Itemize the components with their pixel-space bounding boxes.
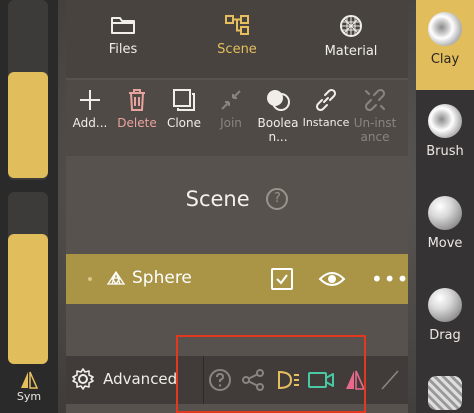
boolean-label-line2: n...	[268, 130, 288, 144]
check-icon	[276, 274, 288, 285]
radius-slider[interactable]	[8, 0, 48, 180]
uninstance-label-line2: ance	[360, 130, 390, 144]
object-name: Sphere	[132, 268, 192, 288]
move-tool-icon	[428, 196, 462, 230]
intensity-slider-fill	[8, 234, 48, 364]
slash-icon[interactable]	[379, 368, 401, 392]
tool-clay[interactable]: Clay	[416, 0, 474, 90]
tool-drag[interactable]: Drag	[416, 276, 474, 366]
clay-tool-icon	[428, 12, 462, 46]
toolbar-divider	[203, 356, 204, 404]
tool-label: Drag	[429, 328, 461, 343]
help-icon[interactable]: ?	[266, 188, 289, 210]
left-slider-panel: Sym	[0, 0, 58, 413]
next-tool-icon	[428, 376, 462, 410]
tool-label: Move	[427, 236, 463, 251]
tool-next[interactable]	[416, 368, 474, 413]
tab-scene-label: Scene	[217, 42, 257, 57]
tool-label: Clay	[430, 52, 460, 67]
folder-icon	[111, 17, 135, 34]
intensity-slider[interactable]	[8, 192, 48, 364]
object-select-checkbox[interactable]	[271, 268, 293, 290]
clone-label: Clone	[166, 116, 202, 130]
page-title: Scene	[185, 187, 250, 211]
symmetry-toggle[interactable]: Sym	[0, 366, 58, 413]
boolean-label: Boolea n...	[254, 116, 302, 144]
clone-button[interactable]: Clone	[160, 88, 208, 130]
share-icon[interactable]	[241, 368, 265, 392]
tab-material-label: Material	[324, 44, 378, 59]
more-options-button[interactable]: •••	[371, 267, 409, 291]
clone-icon	[173, 89, 195, 111]
help-icon[interactable]	[208, 368, 232, 392]
brush-tool-icon	[428, 104, 462, 138]
scene-object-row[interactable]: Sphere •••	[66, 254, 408, 304]
advanced-label: Advanced	[103, 370, 178, 388]
join-label: Join	[220, 116, 242, 130]
join-icon	[221, 90, 241, 110]
tool-label: Brush	[426, 144, 464, 159]
plus-icon	[80, 90, 100, 110]
scene-graph-icon	[225, 15, 249, 35]
link-icon	[315, 88, 337, 112]
instance-button[interactable]: Instance	[300, 88, 352, 130]
delete-button[interactable]: Delete	[113, 88, 161, 130]
tab-files[interactable]: Files	[66, 0, 180, 78]
tab-material[interactable]: Material	[294, 0, 408, 78]
join-button[interactable]: Join	[207, 88, 255, 130]
panel-tabs: Files Scene Material	[66, 0, 408, 78]
tab-files-label: Files	[108, 42, 138, 57]
broken-link-icon	[364, 88, 386, 112]
boolean-button[interactable]: Boolea n...	[254, 88, 302, 144]
gear-icon	[72, 368, 94, 390]
delete-label: Delete	[117, 116, 157, 130]
bottom-toolbar: Advanced	[66, 356, 408, 404]
radius-slider-fill	[8, 72, 48, 178]
add-label: Add...	[72, 116, 108, 130]
add-button[interactable]: Add...	[66, 88, 114, 130]
material-sphere-icon	[340, 15, 362, 37]
symmetry-icon[interactable]	[343, 368, 367, 392]
scene-heading: Scene ?	[66, 186, 408, 211]
light-icon[interactable]	[275, 368, 301, 392]
uninstance-button[interactable]: Un-inst ance	[350, 88, 400, 144]
boolean-label-line1: Boolea	[257, 116, 299, 130]
camera-icon[interactable]	[307, 368, 335, 392]
mesh-icon	[106, 270, 126, 286]
symmetry-label: Sym	[16, 390, 42, 403]
scene-actions-bar: Add... Delete Clone Join Boolea n... Ins…	[66, 80, 408, 156]
advanced-button[interactable]: Advanced	[72, 368, 177, 390]
trash-icon	[129, 89, 145, 111]
drag-tool-icon	[428, 288, 462, 322]
uninstance-label: Un-inst ance	[350, 116, 400, 144]
instance-label: Instance	[302, 116, 350, 129]
tools-panel: Clay Brush Move Drag	[416, 0, 474, 413]
tool-move[interactable]: Move	[416, 184, 474, 274]
boolean-icon	[267, 90, 290, 111]
uninstance-label-line1: Un-inst	[353, 116, 397, 130]
tool-brush[interactable]: Brush	[416, 92, 474, 182]
symmetry-icon	[21, 371, 38, 389]
tab-scene[interactable]: Scene	[180, 0, 294, 78]
scene-panel: Files Scene Material Add... Delete Clone…	[66, 0, 408, 413]
visibility-eye-icon[interactable]	[318, 267, 346, 291]
hierarchy-dot-icon	[88, 277, 92, 281]
